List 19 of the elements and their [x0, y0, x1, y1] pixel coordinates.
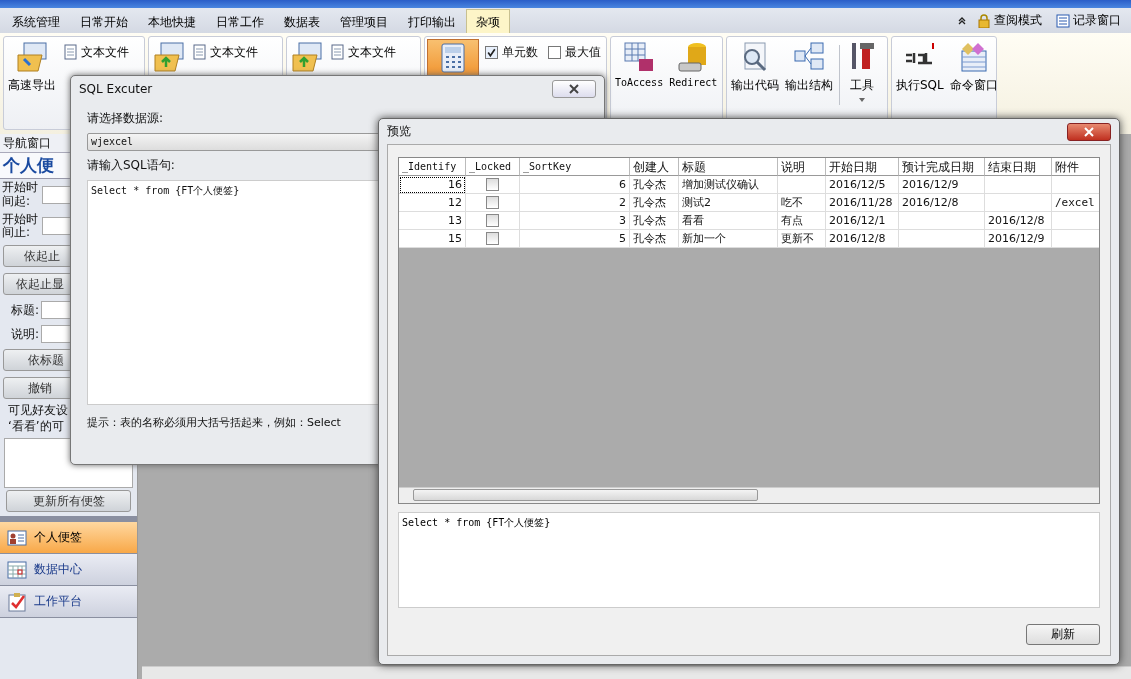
- field-label: 开始时间止:: [2, 212, 39, 241]
- field-label: 请选择数据源:: [87, 110, 164, 127]
- group-label: ‘看看’的可: [8, 418, 64, 435]
- field-label: 开始时间起:: [2, 181, 39, 209]
- table-cell: 更新不: [778, 230, 826, 248]
- table-cell: 15: [399, 230, 466, 248]
- dialog-title: SQL Excuter: [79, 82, 153, 96]
- table-cell: 2016/12/9: [985, 230, 1052, 248]
- table-cell: 孔令杰: [630, 230, 679, 248]
- hint-text: 提示：表的名称必须用大括号括起来，例如：Select: [87, 415, 341, 430]
- table-cell: 16: [399, 176, 466, 194]
- field-label: 标题:: [11, 301, 40, 319]
- checkbox-label: 最大值: [565, 43, 601, 61]
- table-cell: 2016/12/8: [826, 230, 899, 248]
- table-cell: 5: [520, 230, 630, 248]
- table-cell: 新加一个: [679, 230, 778, 248]
- field-label: 说明:: [11, 325, 40, 343]
- group-label: 可见好友设: [8, 402, 68, 419]
- checkbox-label: 单元数: [502, 43, 538, 61]
